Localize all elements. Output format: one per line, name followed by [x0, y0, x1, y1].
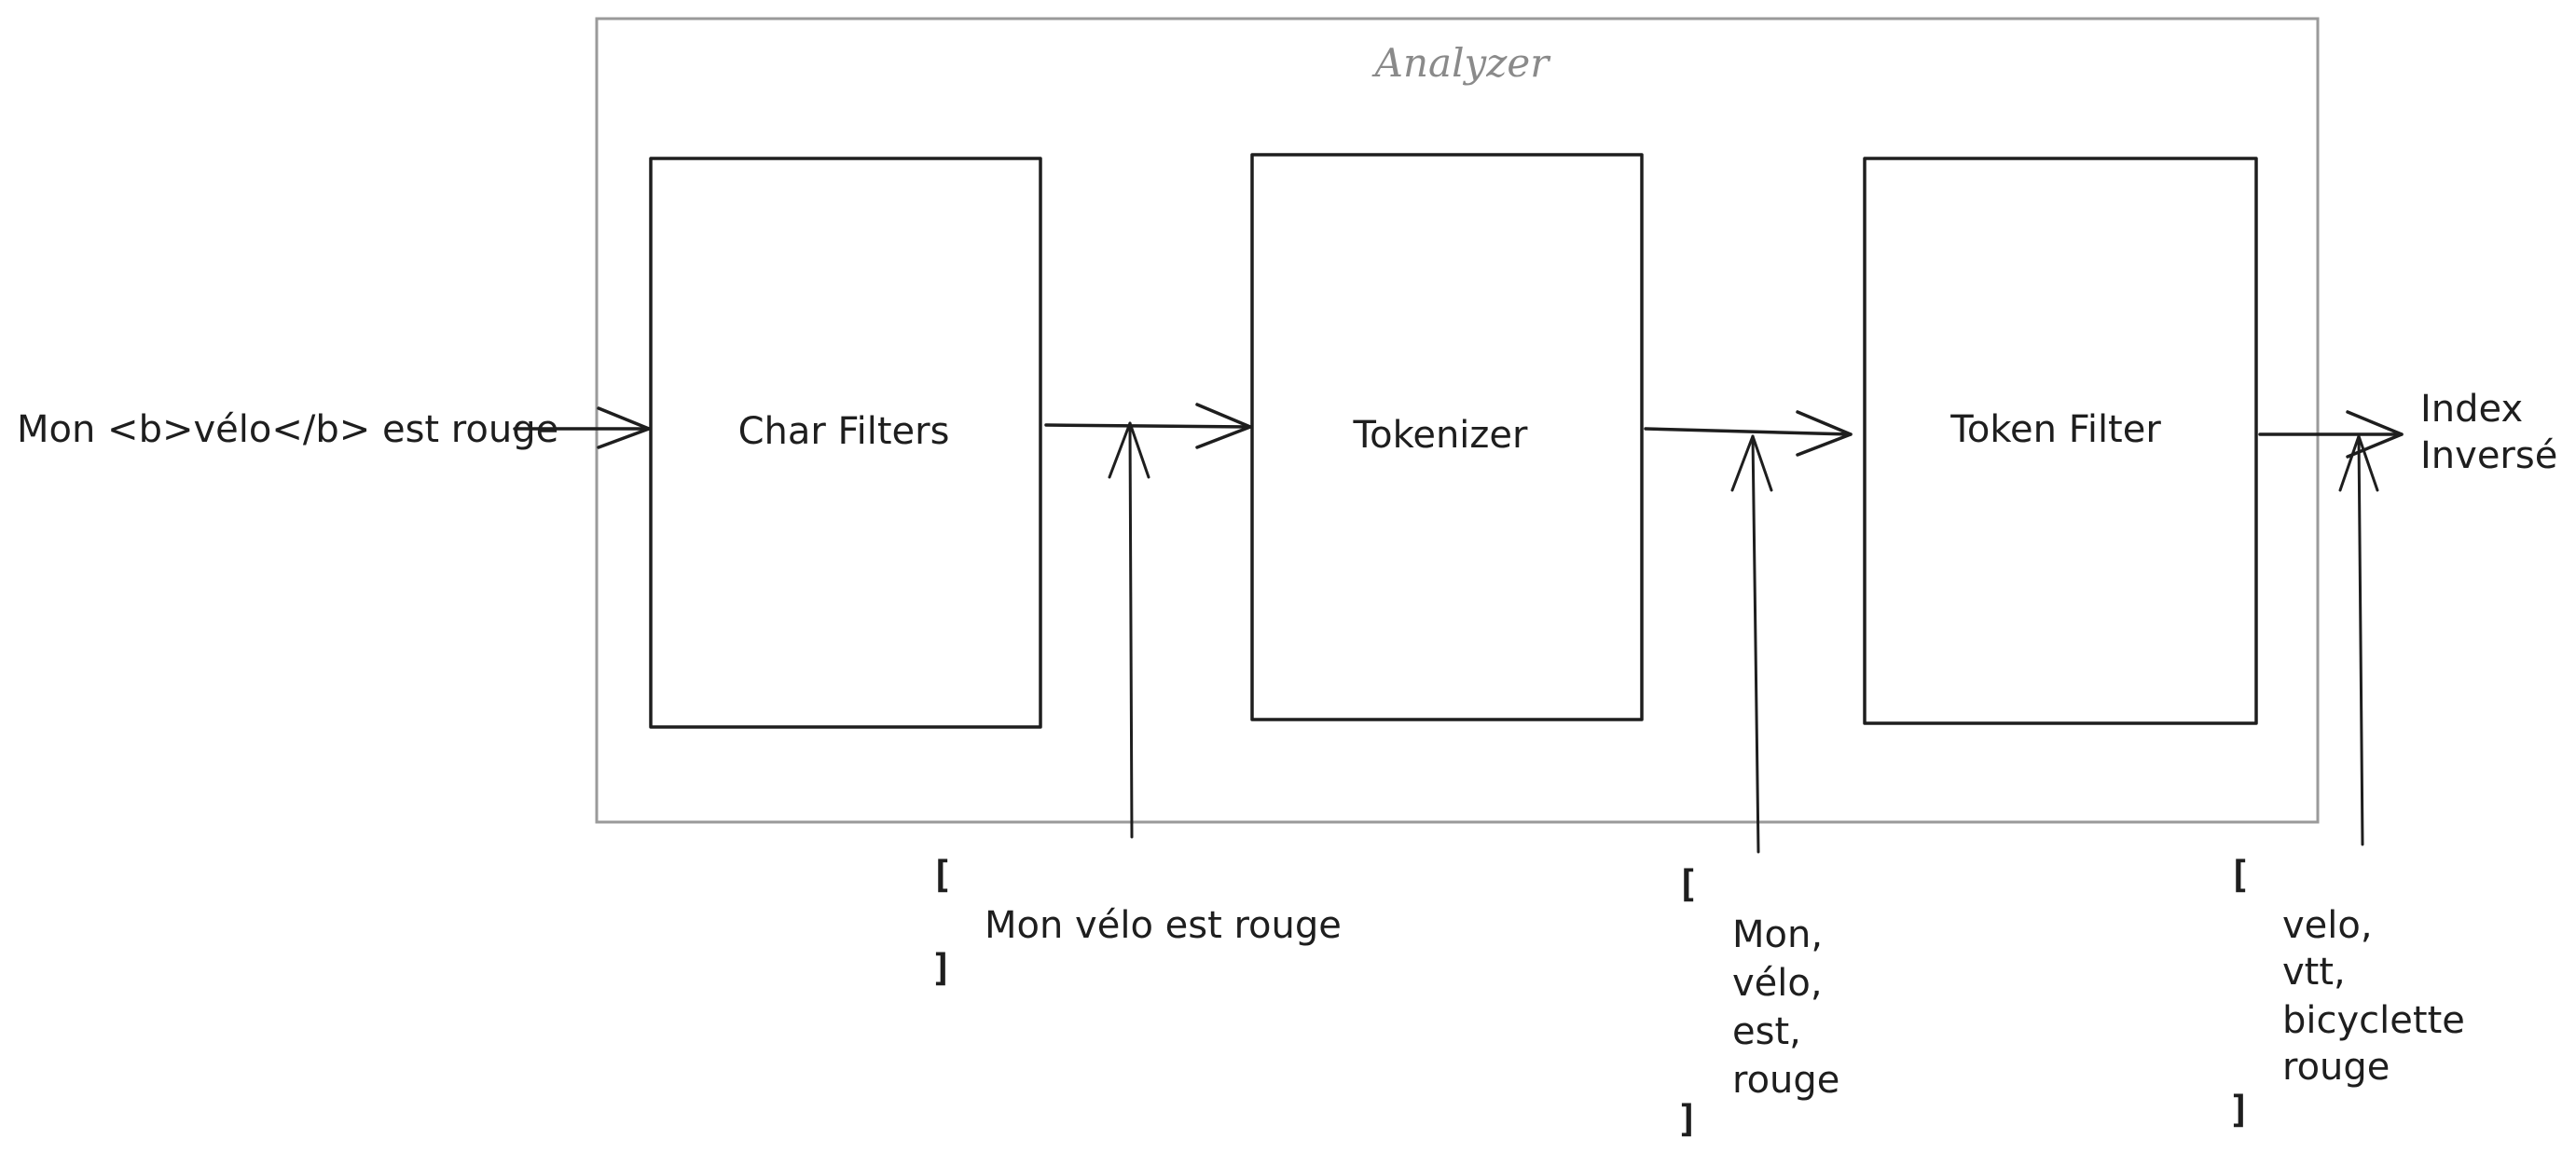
annotation-2-open-bracket: [ [1676, 863, 1699, 906]
output-label-line1: Index [2420, 388, 2523, 431]
input-text: Mon <b>vélo</b> est rouge [17, 408, 558, 451]
analyzer-title: Analyzer [1371, 40, 1552, 86]
annotation-3-close-bracket: ] [2228, 1089, 2251, 1132]
annotation-1-close-bracket: ] [930, 947, 953, 990]
annotation-2-item-1: vélo, [1732, 962, 1823, 1005]
analyzer-pipeline-diagram: Analyzer Char Filters Tokenizer Token Fi… [17, 17, 2557, 1141]
annotation-2-item-0: Mon, [1732, 913, 1823, 956]
annotation-arrow-char-filters [1108, 421, 1150, 839]
annotation-3-open-bracket: [ [2228, 854, 2251, 897]
annotation-2-item-3: rouge [1732, 1059, 1839, 1102]
tokenizer-label: Tokenizer [1353, 414, 1529, 457]
annotation-3-item-2: bicyclette [2282, 999, 2465, 1042]
annotation-3-item-1: vtt, [2282, 951, 2346, 994]
token-filter-label: Token Filter [1949, 408, 2161, 451]
annotation-1-open-bracket: [ [930, 854, 953, 897]
output-label-line2: Inversé [2420, 434, 2557, 477]
annotation-2-item-2: est, [1732, 1010, 1801, 1053]
char-filters-label: Char Filters [738, 410, 950, 453]
annotation-3-item-0: velo, [2282, 904, 2373, 947]
annotation-arrow-token-filter [2338, 434, 2379, 846]
annotation-3-item-3: rouge [2282, 1046, 2390, 1089]
token-filter-to-index-arrow [2258, 410, 2404, 459]
char-filters-to-tokenizer-arrow [1044, 403, 1252, 449]
annotation-1-item-0: Mon vélo est rouge [985, 904, 1342, 947]
annotation-2-close-bracket: ] [1676, 1098, 1699, 1141]
annotation-arrow-tokenizer [1730, 434, 1773, 854]
